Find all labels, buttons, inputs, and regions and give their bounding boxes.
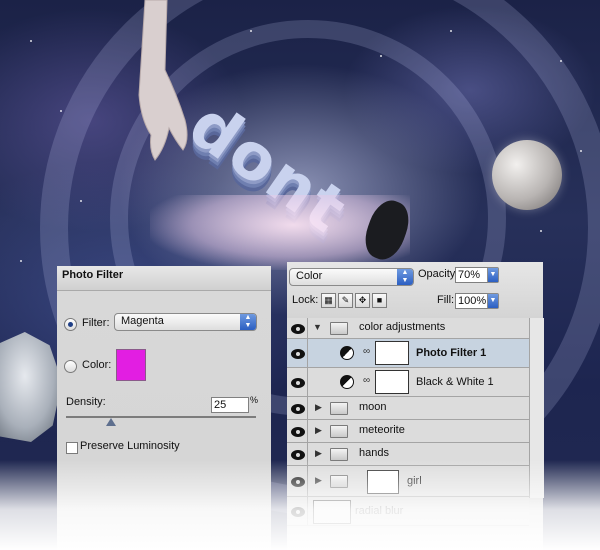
folder-icon [330, 425, 348, 438]
density-unit: % [250, 395, 259, 405]
lock-position-icon[interactable]: ✥ [355, 293, 370, 308]
layer-mask-thumbnail[interactable] [367, 470, 399, 494]
eye-icon[interactable] [291, 324, 305, 334]
photo-filter-titlebar: Photo Filter [57, 266, 271, 291]
folder-icon [330, 322, 348, 335]
filter-label: Filter: [82, 317, 110, 329]
moon-graphic [492, 140, 562, 210]
fill-label: Fill: [437, 294, 455, 306]
layer-row-radial-blur[interactable]: radial blur [287, 497, 529, 526]
density-label: Density: [66, 396, 106, 408]
layer-row-photo-filter-1[interactable]: ∞ Photo Filter 1 [287, 339, 529, 368]
link-chain-icon[interactable]: ∞ [363, 375, 370, 386]
adjustment-layer-icon [340, 346, 354, 360]
expand-triangle-closed-icon[interactable]: ▶ [315, 402, 322, 413]
opacity-dropdown[interactable]: ▼ [487, 267, 499, 283]
layer-name: girl [407, 475, 422, 487]
layer-name: radial blur [355, 505, 404, 517]
link-chain-icon[interactable]: ∞ [363, 346, 370, 357]
layer-name: color adjustments [359, 321, 446, 333]
opacity-label: Opacity: [418, 268, 459, 280]
eye-icon[interactable] [291, 378, 305, 388]
select-arrows-icon: ▲ ▼ [397, 269, 413, 285]
layer-name: meteorite [359, 424, 405, 436]
layer-row-girl[interactable]: ▶ girl [287, 466, 529, 497]
folder-icon [330, 475, 348, 488]
filter-radio[interactable] [64, 318, 77, 331]
density-input[interactable]: 25 [211, 397, 249, 413]
preserve-luminosity-label: Preserve Luminosity [80, 440, 180, 452]
opacity-input[interactable]: 70% [455, 267, 489, 283]
layer-row-moon[interactable]: ▶ moon [287, 397, 529, 420]
layer-mask-thumbnail[interactable] [375, 370, 409, 394]
layer-name: moon [359, 401, 387, 413]
density-slider-thumb[interactable] [106, 418, 116, 426]
blend-mode-select[interactable]: Color ▲ ▼ [289, 268, 414, 286]
blend-mode-value: Color [296, 270, 323, 282]
expand-triangle-closed-icon[interactable]: ▶ [315, 448, 322, 459]
color-swatch[interactable] [116, 349, 146, 381]
filter-select-value: Magenta [121, 315, 164, 327]
expand-triangle-closed-icon[interactable]: ▶ [315, 475, 322, 486]
layer-row-black-white-1[interactable]: ∞ Black & White 1 [287, 368, 529, 397]
eye-icon[interactable] [291, 349, 305, 359]
fill-input[interactable]: 100% [455, 293, 489, 309]
chevron-down-icon: ▼ [488, 268, 498, 282]
filter-select[interactable]: Magenta ▲ ▼ [114, 313, 257, 331]
layer-row-meteorite[interactable]: ▶ meteorite [287, 420, 529, 443]
layer-name: hands [359, 447, 389, 459]
folder-icon [330, 448, 348, 461]
photo-filter-title: Photo Filter [62, 269, 124, 281]
color-label: Color: [82, 359, 112, 371]
lock-transparency-icon[interactable]: ▦ [321, 293, 336, 308]
select-arrows-icon: ▲ ▼ [240, 314, 256, 330]
eye-icon[interactable] [291, 450, 305, 460]
eye-icon[interactable] [291, 427, 305, 437]
preserve-luminosity-checkbox[interactable] [66, 442, 78, 454]
layers-scrollbar[interactable] [529, 318, 544, 498]
lock-pixels-icon[interactable]: ✎ [338, 293, 353, 308]
expand-triangle-open-icon[interactable]: ▼ [313, 322, 322, 332]
density-slider-track[interactable] [66, 416, 256, 418]
layer-name: Photo Filter 1 [416, 347, 487, 359]
folder-icon [330, 402, 348, 415]
lock-label: Lock: [292, 294, 319, 306]
layer-row-hands[interactable]: ▶ hands [287, 443, 529, 466]
adjustment-layer-icon [340, 375, 354, 389]
expand-triangle-closed-icon[interactable]: ▶ [315, 425, 322, 436]
eye-icon[interactable] [291, 507, 305, 517]
lock-all-icon[interactable]: ■ [372, 293, 387, 308]
eye-icon[interactable] [291, 404, 305, 414]
color-radio[interactable] [64, 360, 77, 373]
layer-name: Black & White 1 [416, 376, 494, 388]
chevron-down-icon: ▼ [488, 294, 498, 308]
layer-thumbnail[interactable] [313, 500, 351, 524]
eye-icon[interactable] [291, 477, 305, 487]
fill-dropdown[interactable]: ▼ [487, 293, 499, 309]
layer-row-color-adjustments[interactable]: ▼ color adjustments [287, 318, 529, 339]
layer-mask-thumbnail[interactable] [375, 341, 409, 365]
meteorite-graphic [0, 332, 62, 442]
